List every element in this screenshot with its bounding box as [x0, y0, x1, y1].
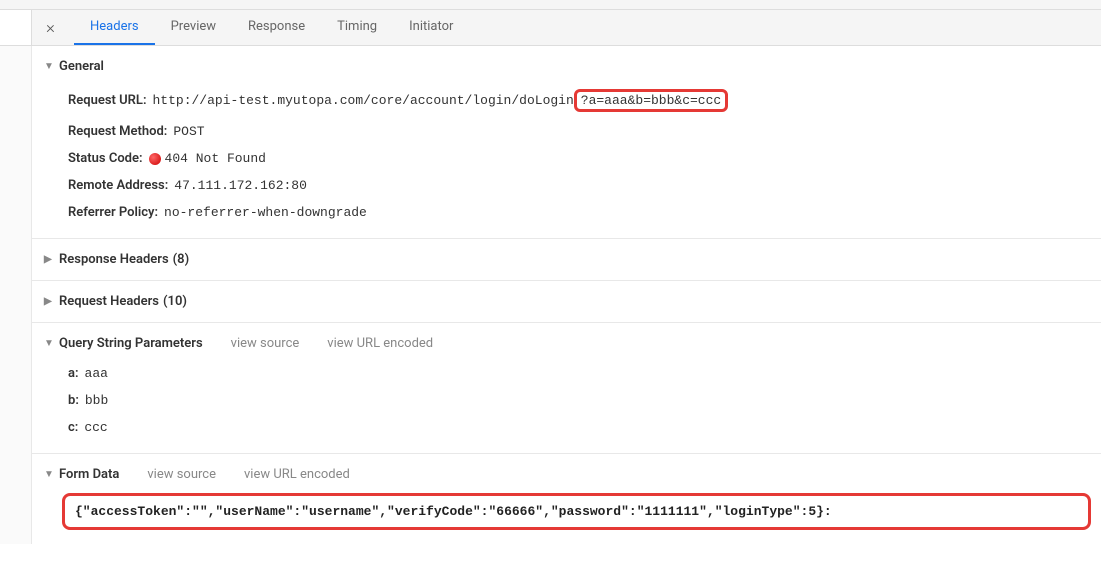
- request-url-query-highlight: ?a=aaa&b=bbb&c=ccc: [574, 89, 728, 112]
- request-url-row: Request URL: http://api-test.myutopa.com…: [68, 83, 1101, 118]
- status-code-row: Status Code: 404 Not Found: [68, 145, 1101, 172]
- query-param-row: c: ccc: [68, 414, 1101, 441]
- general-header[interactable]: General: [44, 54, 1101, 79]
- response-headers-header[interactable]: Response Headers (8): [44, 247, 1101, 272]
- query-param-row: a: aaa: [68, 360, 1101, 387]
- status-dot-icon: [149, 153, 161, 165]
- request-headers-title: Request Headers: [59, 294, 159, 309]
- remote-address-label: Remote Address:: [68, 178, 168, 193]
- section-response-headers: Response Headers (8): [32, 239, 1101, 281]
- chevron-right-icon: [44, 296, 54, 307]
- chevron-down-icon: [44, 61, 54, 72]
- status-code-value: 404 Not Found: [165, 151, 266, 166]
- query-param-key: c:: [68, 420, 78, 435]
- tab-timing[interactable]: Timing: [321, 10, 393, 45]
- form-data-payload-highlight: {"accessToken":"","userName":"username",…: [62, 493, 1091, 530]
- query-param-value: aaa: [85, 366, 108, 381]
- request-method-row: Request Method: POST: [68, 118, 1101, 145]
- request-headers-count: (10): [163, 294, 187, 309]
- query-param-value: bbb: [85, 393, 108, 408]
- section-general: General Request URL: http://api-test.myu…: [32, 46, 1101, 239]
- request-url-label: Request URL:: [68, 93, 147, 108]
- request-headers-header[interactable]: Request Headers (10): [44, 289, 1101, 314]
- response-headers-title: Response Headers: [59, 252, 169, 267]
- response-headers-count: (8): [173, 252, 190, 267]
- request-method-label: Request Method:: [68, 124, 167, 139]
- remote-address-value: 47.111.172.162:80: [174, 178, 307, 193]
- remote-address-row: Remote Address: 47.111.172.162:80: [68, 172, 1101, 199]
- section-form-data: Form Data view source view URL encoded {…: [32, 454, 1101, 544]
- request-url-base: http://api-test.myutopa.com/core/account…: [153, 93, 574, 108]
- tab-initiator[interactable]: Initiator: [393, 10, 469, 45]
- chevron-down-icon: [44, 469, 54, 480]
- section-request-headers: Request Headers (10): [32, 281, 1101, 323]
- request-method-value: POST: [173, 124, 204, 139]
- query-param-value: ccc: [84, 420, 107, 435]
- query-param-key: a:: [68, 366, 79, 381]
- tab-preview[interactable]: Preview: [155, 10, 232, 45]
- query-param-row: b: bbb: [68, 387, 1101, 414]
- referrer-policy-label: Referrer Policy:: [68, 205, 158, 220]
- close-icon[interactable]: ×: [46, 18, 55, 38]
- status-code-label: Status Code:: [68, 151, 143, 166]
- chevron-down-icon: [44, 338, 54, 349]
- referrer-policy-value: no-referrer-when-downgrade: [164, 205, 367, 220]
- tab-headers[interactable]: Headers: [74, 10, 155, 45]
- query-params-title: Query String Parameters: [59, 336, 203, 351]
- query-param-key: b:: [68, 393, 79, 408]
- form-data-title: Form Data: [59, 467, 119, 482]
- section-query-params: Query String Parameters view source view…: [32, 323, 1101, 454]
- view-url-encoded-link[interactable]: view URL encoded: [244, 467, 350, 482]
- tabs-bar: × Headers Preview Response Timing Initia…: [0, 10, 1101, 46]
- tab-response[interactable]: Response: [232, 10, 321, 45]
- form-data-header[interactable]: Form Data view source view URL encoded: [44, 462, 1101, 487]
- view-url-encoded-link[interactable]: view URL encoded: [327, 336, 433, 351]
- chevron-right-icon: [44, 254, 54, 265]
- query-params-header[interactable]: Query String Parameters view source view…: [44, 331, 1101, 356]
- view-source-link[interactable]: view source: [147, 467, 216, 482]
- general-title: General: [59, 59, 104, 74]
- referrer-policy-row: Referrer Policy: no-referrer-when-downgr…: [68, 199, 1101, 226]
- view-source-link[interactable]: view source: [231, 336, 300, 351]
